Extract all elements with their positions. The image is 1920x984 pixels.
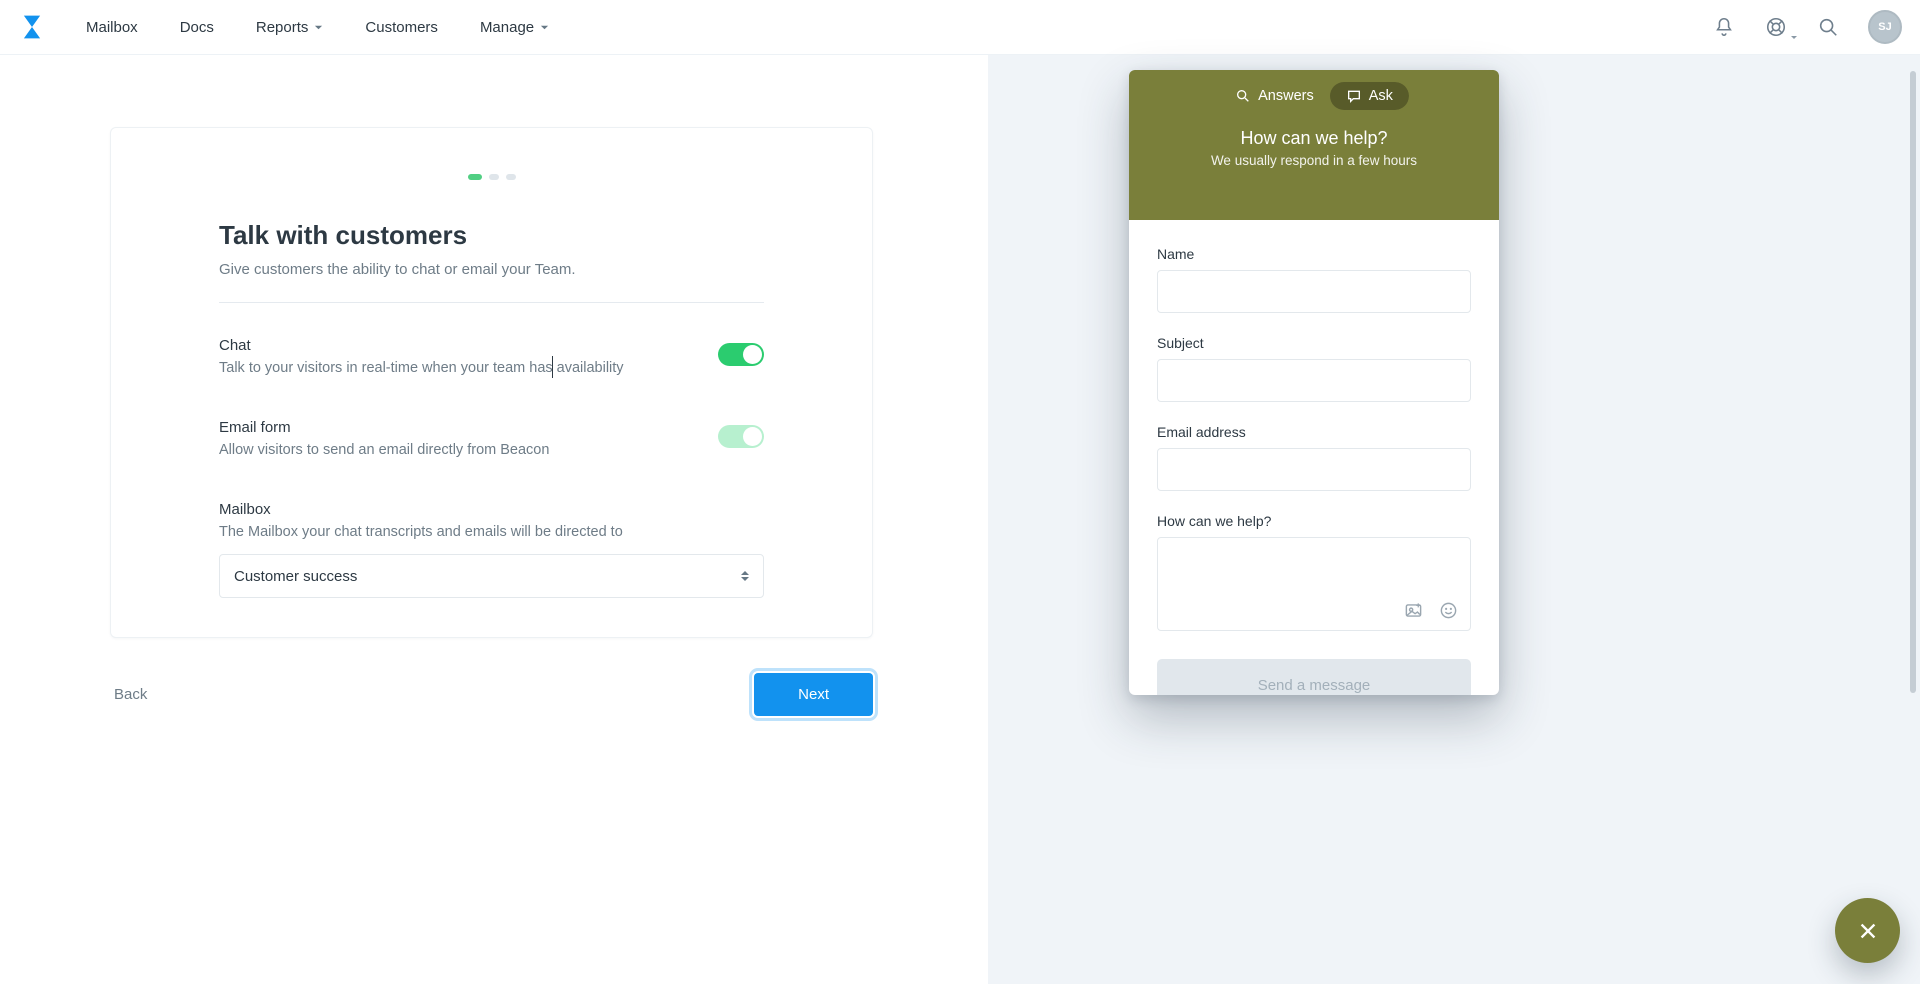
beacon-fab[interactable]	[1835, 898, 1900, 963]
wizard-footer: Back Next	[110, 673, 873, 716]
updown-caret-icon	[741, 571, 749, 581]
progress-step-1	[468, 174, 482, 180]
help-button[interactable]	[1764, 15, 1788, 39]
chat-icon	[1346, 88, 1362, 104]
nav-mailbox[interactable]: Mailbox	[68, 13, 156, 42]
avatar[interactable]: SJ	[1868, 10, 1902, 44]
search-icon	[1817, 16, 1839, 38]
name-label: Name	[1157, 246, 1471, 262]
message-label: How can we help?	[1157, 513, 1471, 529]
beacon-title: How can we help?	[1147, 128, 1481, 149]
nav-manage[interactable]: Manage	[462, 13, 567, 42]
beacon-tab-ask[interactable]: Ask	[1330, 82, 1409, 110]
mailbox-desc: The Mailbox your chat transcripts and em…	[219, 524, 764, 540]
beacon-preview: Answers Ask How can we help? We usually …	[1129, 70, 1499, 695]
nav-customers[interactable]: Customers	[347, 13, 456, 42]
subject-label: Subject	[1157, 335, 1471, 351]
left-pane: Talk with customers Give customers the a…	[0, 55, 988, 984]
logo-icon	[19, 14, 45, 40]
beacon-body: Name Subject Email address How can we he…	[1129, 220, 1499, 695]
progress-step-2	[489, 174, 499, 180]
scrollbar-thumb[interactable]	[1910, 71, 1916, 693]
nav-items: Mailbox Docs Reports Customers Manage	[68, 13, 567, 42]
text-cursor-icon	[552, 356, 553, 378]
progress-step-3	[506, 174, 516, 180]
email-input[interactable]	[1157, 448, 1471, 491]
notifications-button[interactable]	[1712, 15, 1736, 39]
card-title: Talk with customers	[219, 220, 764, 251]
email-label: Email address	[1157, 424, 1471, 440]
avatar-initials: SJ	[1878, 21, 1891, 33]
nav-manage-label: Manage	[480, 19, 534, 36]
back-button[interactable]: Back	[110, 676, 151, 713]
nav-docs[interactable]: Docs	[162, 13, 232, 42]
scrollbar[interactable]	[1908, 71, 1918, 693]
beacon-tab-answers[interactable]: Answers	[1219, 82, 1330, 110]
chat-row: Chat Talk to your visitors in real-time …	[219, 337, 764, 379]
subject-input[interactable]	[1157, 359, 1471, 402]
search-button[interactable]	[1816, 15, 1840, 39]
nav-customers-label: Customers	[365, 19, 438, 36]
nav-docs-label: Docs	[180, 19, 214, 36]
chevron-down-icon	[314, 23, 323, 32]
chat-desc: Talk to your visitors in real-time when …	[219, 358, 624, 379]
top-nav: Mailbox Docs Reports Customers Manage	[0, 0, 1920, 55]
settings-card: Talk with customers Give customers the a…	[110, 127, 873, 638]
attach-image-icon[interactable]	[1404, 601, 1423, 620]
logo	[18, 13, 46, 41]
beacon-tab-answers-label: Answers	[1258, 88, 1314, 104]
name-input[interactable]	[1157, 270, 1471, 313]
chat-title: Chat	[219, 337, 624, 354]
divider	[219, 302, 764, 303]
nav-mailbox-label: Mailbox	[86, 19, 138, 36]
email-title: Email form	[219, 419, 549, 436]
emoji-icon[interactable]	[1439, 601, 1458, 620]
chevron-down-icon	[1791, 36, 1797, 39]
message-input[interactable]	[1157, 537, 1471, 631]
mailbox-select[interactable]: Customer success	[219, 554, 764, 598]
mailbox-title: Mailbox	[219, 501, 764, 518]
beacon-tabs: Answers Ask	[1219, 82, 1409, 110]
close-icon	[1857, 920, 1879, 942]
chat-toggle[interactable]	[718, 343, 764, 366]
send-message-button[interactable]: Send a message	[1157, 659, 1471, 695]
main: Talk with customers Give customers the a…	[0, 55, 1920, 984]
toggle-knob	[743, 345, 762, 364]
progress-dots	[219, 174, 764, 180]
beacon-subtitle: We usually respond in a few hours	[1147, 153, 1481, 168]
mailbox-select-value: Customer success	[234, 568, 357, 585]
email-toggle[interactable]	[718, 425, 764, 448]
buoy-icon	[1765, 16, 1787, 38]
search-icon	[1235, 88, 1251, 104]
next-button[interactable]: Next	[754, 673, 873, 716]
nav-right: SJ	[1712, 10, 1902, 44]
email-row: Email form Allow visitors to send an ema…	[219, 419, 764, 461]
nav-reports[interactable]: Reports	[238, 13, 342, 42]
beacon-header: Answers Ask How can we help? We usually …	[1129, 70, 1499, 220]
bell-icon	[1713, 16, 1735, 38]
chevron-down-icon	[540, 23, 549, 32]
beacon-tab-ask-label: Ask	[1369, 88, 1393, 104]
email-desc: Allow visitors to send an email directly…	[219, 440, 549, 461]
card-subtitle: Give customers the ability to chat or em…	[219, 261, 764, 278]
right-pane: Answers Ask How can we help? We usually …	[988, 55, 1920, 984]
toggle-knob	[743, 427, 762, 446]
nav-reports-label: Reports	[256, 19, 309, 36]
